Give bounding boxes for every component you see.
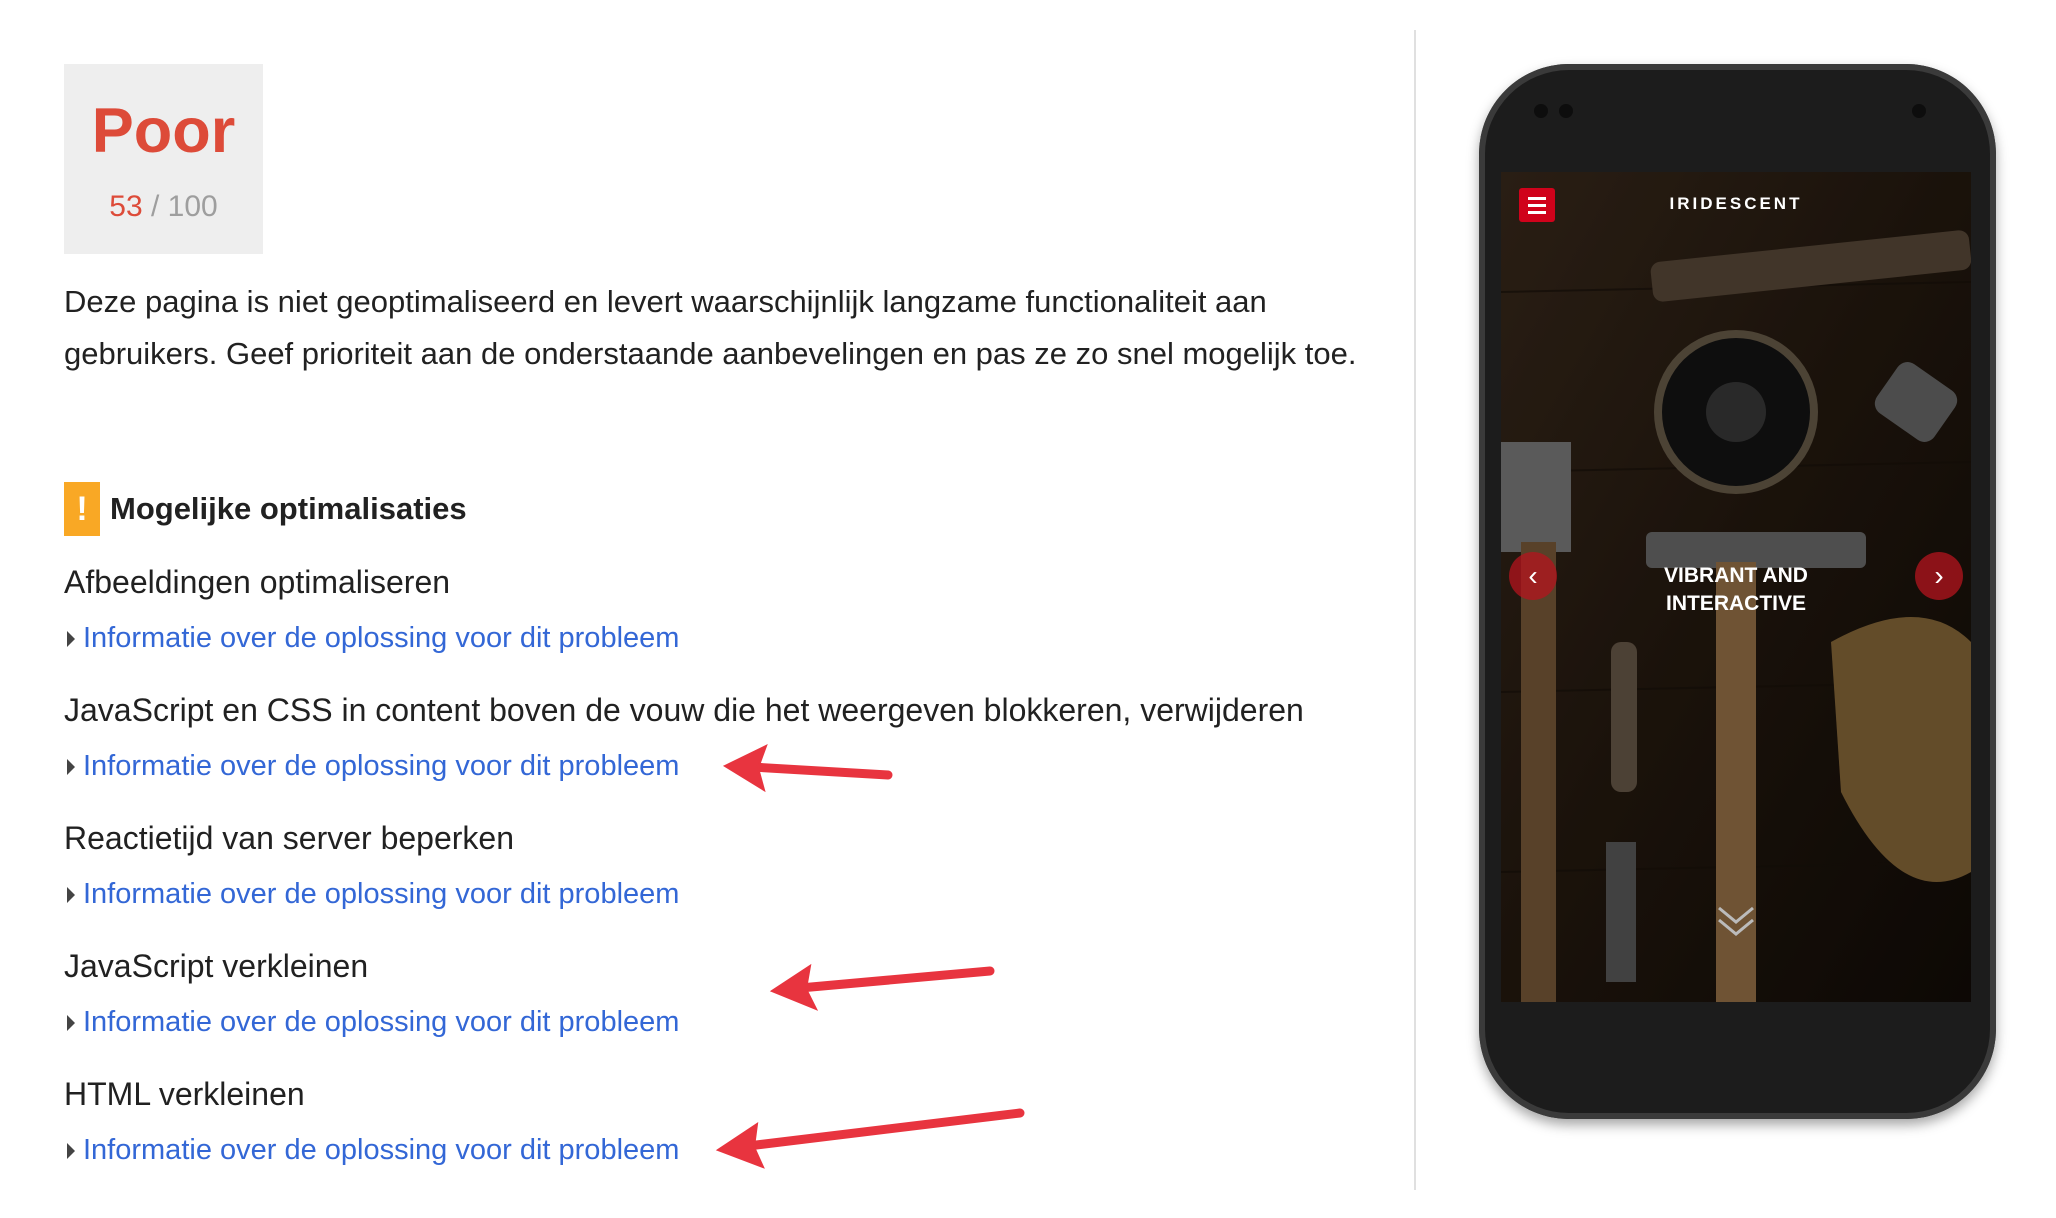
score-badge: Poor 53 / 100 [64, 64, 263, 254]
site-brand: IRIDESCENT [1669, 194, 1803, 213]
rule-title: JavaScript en CSS in content boven de vo… [64, 692, 1304, 728]
scroll-down-chevron-icon[interactable] [1711, 902, 1761, 942]
phone-camera-dot [1912, 104, 1926, 118]
rule-info-link-label[interactable]: Informatie over de oplossing voor dit pr… [83, 1134, 679, 1167]
section-header: ! Mogelijke optimalisaties [64, 482, 467, 536]
slider-next-icon[interactable]: › [1915, 552, 1963, 600]
score-label: Poor [91, 96, 236, 166]
phone-screen: IRIDESCENT VIBRANT AND INTERACTIVE ‹ › [1501, 172, 1971, 1002]
hero-headline: VIBRANT AND INTERACTIVE [1501, 562, 1971, 618]
divider [1414, 30, 1416, 1190]
rule-title: Afbeeldingen optimaliseren [64, 564, 451, 600]
phone-speaker-dot [1559, 104, 1573, 118]
expand-triangle-icon[interactable] [67, 1142, 75, 1159]
results-panel: Poor 53 / 100 Deze pagina is niet geopti… [64, 0, 1384, 1218]
score-number: 53 [109, 190, 143, 223]
rule-title: Reactietijd van server beperken [64, 820, 515, 856]
section-title: Mogelijke optimalisaties [110, 491, 467, 526]
expand-triangle-icon[interactable] [67, 630, 75, 647]
hero-line-1: VIBRANT AND [1664, 564, 1808, 587]
rule-info-link[interactable]: Informatie over de oplossing voor dit pr… [64, 750, 679, 783]
rule-title: JavaScript verkleinen [64, 948, 369, 984]
summary-text: Deze pagina is niet geoptimaliseerd en l… [64, 284, 1357, 371]
slider-prev-icon[interactable]: ‹ [1509, 552, 1557, 600]
rule-info-link[interactable]: Informatie over de oplossing voor dit pr… [64, 1006, 679, 1039]
rule-title: HTML verkleinen [64, 1076, 305, 1112]
expand-triangle-icon[interactable] [67, 886, 75, 903]
score-max: / 100 [150, 190, 218, 223]
rule-info-link-label[interactable]: Informatie over de oplossing voor dit pr… [83, 622, 679, 655]
expand-triangle-icon[interactable] [67, 758, 75, 775]
warning-icon: ! [64, 482, 100, 536]
hero-line-2: INTERACTIVE [1665, 592, 1806, 615]
mobile-preview-phone: IRIDESCENT VIBRANT AND INTERACTIVE ‹ › [1479, 64, 1996, 1119]
score-value: 53 / 100 [64, 192, 263, 222]
rule-info-link[interactable]: Informatie over de oplossing voor dit pr… [64, 622, 679, 655]
rule-info-link[interactable]: Informatie over de oplossing voor dit pr… [64, 1134, 679, 1167]
rule-info-link[interactable]: Informatie over de oplossing voor dit pr… [64, 878, 679, 911]
expand-triangle-icon[interactable] [67, 1014, 75, 1031]
rule-info-link-label[interactable]: Informatie over de oplossing voor dit pr… [83, 750, 679, 783]
rule-info-link-label[interactable]: Informatie over de oplossing voor dit pr… [83, 878, 679, 911]
rule-info-link-label[interactable]: Informatie over de oplossing voor dit pr… [83, 1006, 679, 1039]
phone-speaker-dot [1534, 104, 1548, 118]
